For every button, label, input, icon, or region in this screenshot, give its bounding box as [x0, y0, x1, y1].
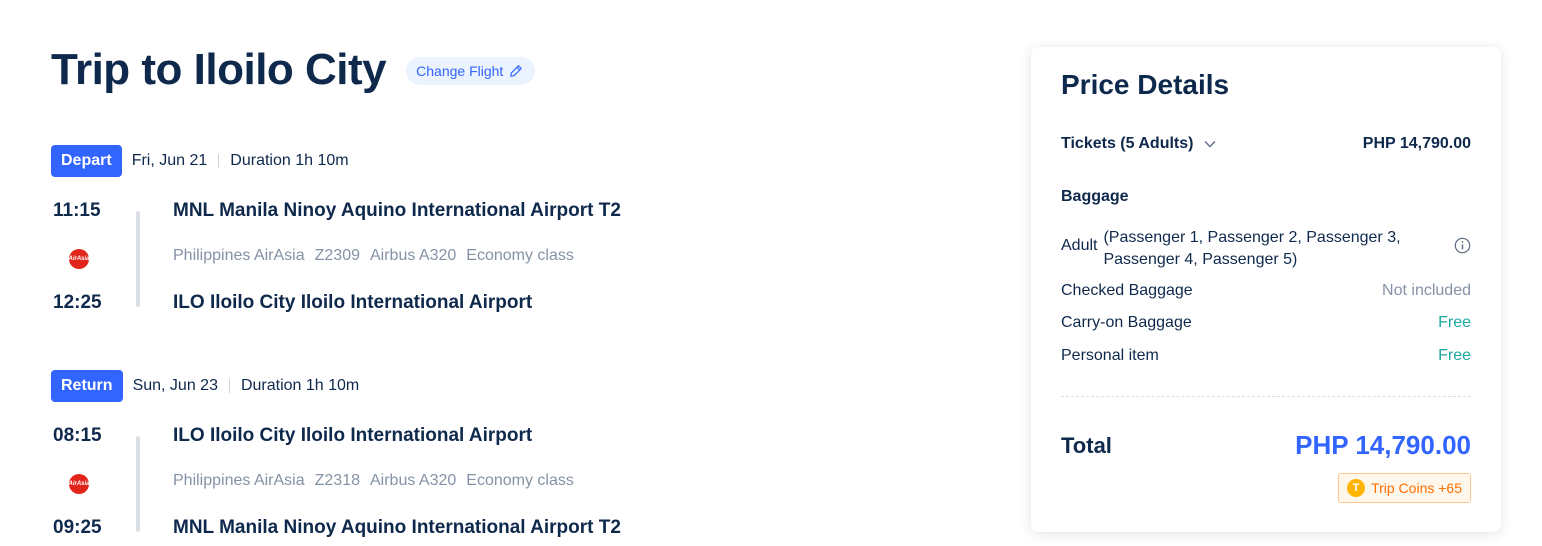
change-flight-button[interactable]: Change Flight [406, 57, 536, 85]
timeline-line [136, 211, 140, 307]
cabin-class: Economy class [466, 472, 574, 489]
personal-item-value: Free [1438, 347, 1471, 364]
arrival-time: 12:25 [53, 292, 102, 313]
separator [228, 379, 230, 393]
airasia-logo-icon: AirAsia [69, 249, 90, 269]
segment-body: 11:15 AirAsia 12:25 MNL Manila Ninoy Aqu… [51, 197, 751, 347]
trip-coins-label: Trip Coins +65 [1371, 480, 1462, 496]
airline-name: Philippines AirAsia [173, 472, 305, 489]
tickets-value: PHP 14,790.00 [1362, 135, 1471, 152]
baggage-title: Baggage [1061, 188, 1129, 205]
trip-coins-badge[interactable]: T Trip Coins +65 [1338, 473, 1471, 503]
personal-item-row: Personal item Free [1061, 347, 1471, 365]
return-tag: Return [51, 370, 123, 402]
carryon-baggage-label: Carry-on Baggage [1061, 314, 1192, 331]
aircraft-type: Airbus A320 [370, 472, 457, 489]
checked-baggage-label: Checked Baggage [1061, 282, 1193, 299]
trip-header: Trip to Iloilo City Change Flight [51, 42, 536, 98]
arrival-airport: MNL Manila Ninoy Aquino International Ai… [173, 517, 621, 538]
page-title: Trip to Iloilo City [51, 45, 387, 94]
total-row: Total PHP 14,790.00 [1061, 430, 1471, 461]
chevron-down-icon [1204, 141, 1216, 148]
departure-airport: MNL Manila Ninoy Aquino International Ai… [173, 200, 621, 221]
pencil-icon [510, 65, 523, 77]
change-flight-label: Change Flight [416, 63, 504, 79]
info-icon[interactable] [1454, 237, 1471, 254]
return-segment: Return Sun, Jun 23 Duration 1h 10m 08:15… [51, 370, 751, 546]
arrival-time: 09:25 [53, 517, 102, 538]
adult-passengers: (Passenger 1, Passenger 2, Passenger 3, … [1103, 229, 1401, 268]
checked-baggage-value: Not included [1382, 282, 1471, 299]
depart-segment: Depart Fri, Jun 21 Duration 1h 10m 11:15… [51, 145, 751, 347]
divider [1061, 396, 1471, 397]
total-label: Total [1061, 432, 1112, 458]
segment-duration: Duration 1h 10m [230, 152, 349, 169]
departure-airport: ILO Iloilo City Iloilo International Air… [173, 425, 533, 446]
flight-info: Philippines AirAsia Z2318 Airbus A320 Ec… [173, 472, 584, 490]
carryon-baggage-row: Carry-on Baggage Free [1061, 314, 1471, 332]
adult-label: Adult [1061, 237, 1098, 254]
personal-item-label: Personal item [1061, 347, 1159, 364]
departure-time: 08:15 [53, 425, 102, 446]
price-details-title: Price Details [1061, 69, 1230, 100]
adult-baggage-row: Adult (Passenger 1, Passenger 2, Passeng… [1061, 227, 1471, 271]
segment-duration: Duration 1h 10m [240, 377, 360, 394]
tickets-toggle[interactable]: Tickets (5 Adults) [1061, 135, 1217, 153]
segment-body: 08:15 AirAsia 09:25 ILO Iloilo City Iloi… [51, 422, 751, 546]
segment-header: Return Sun, Jun 23 Duration 1h 10m [51, 370, 751, 402]
segment-date: Fri, Jun 21 [131, 152, 208, 169]
cabin-class: Economy class [466, 247, 574, 264]
arrival-airport: ILO Iloilo City Iloilo International Air… [173, 292, 533, 313]
aircraft-type: Airbus A320 [370, 247, 457, 264]
checked-baggage-row: Checked Baggage Not included [1061, 282, 1471, 300]
carryon-baggage-value: Free [1438, 314, 1471, 331]
tickets-row[interactable]: Tickets (5 Adults) PHP 14,790.00 [1061, 135, 1471, 153]
separator [218, 154, 220, 168]
flight-info: Philippines AirAsia Z2309 Airbus A320 Ec… [173, 247, 584, 265]
flight-number: Z2309 [314, 247, 360, 264]
departure-time: 11:15 [53, 200, 101, 221]
timeline-line [136, 436, 140, 532]
segment-date: Sun, Jun 23 [132, 377, 218, 394]
airline-name: Philippines AirAsia [173, 247, 305, 264]
flight-number: Z2318 [314, 472, 360, 489]
segment-header: Depart Fri, Jun 21 Duration 1h 10m [51, 145, 751, 177]
airasia-logo-icon: AirAsia [69, 474, 90, 494]
tickets-label: Tickets (5 Adults) [1061, 135, 1194, 152]
price-details-card: Price Details Tickets (5 Adults) PHP 14,… [1031, 47, 1501, 532]
total-value: PHP 14,790.00 [1295, 430, 1471, 460]
depart-tag: Depart [51, 145, 122, 177]
trip-coin-icon: T [1347, 479, 1366, 497]
